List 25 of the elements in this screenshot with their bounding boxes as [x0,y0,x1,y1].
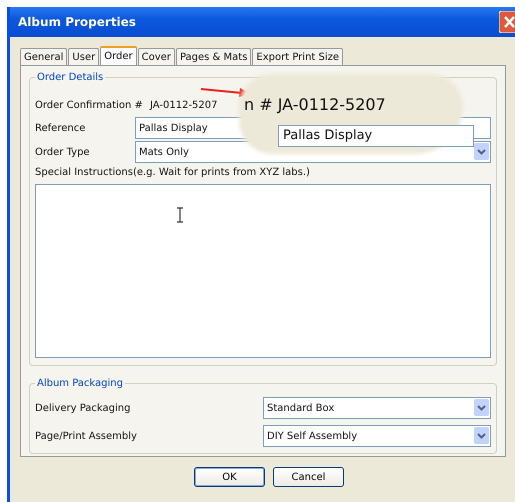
instructions-field[interactable] [35,184,491,358]
field-label: Delivery Packaging [35,402,130,414]
tab[interactable]: Order [100,46,137,65]
field-label: Page/Print Assembly [35,430,137,442]
magnified-text: n # JA-0112-5207 [244,95,386,114]
tab[interactable]: Pages & Mats [176,48,252,65]
group-title: Album Packaging [36,378,124,389]
dialog-button[interactable]: Cancel [273,467,344,487]
text-cursor-icon [176,207,184,223]
field-label: Order Confirmation # [35,100,144,110]
tab[interactable]: User [68,48,100,65]
dialog-button[interactable]: OK [194,467,265,487]
tab[interactable]: Export Print Size [252,48,344,65]
tab[interactable]: Cover [138,48,175,65]
field-label: Order Type [35,146,91,158]
field-label: Special Instructions(e.g. Wait for prints from XYZ labs.) [35,166,310,178]
close-icon[interactable] [499,11,515,33]
field-label: Reference [35,122,86,134]
magnified-field: Pallas Display [278,125,474,147]
dropdown[interactable]: DIY Self Assembly [263,425,491,447]
window-title: Album Properties [18,15,136,29]
confirmation-number: JA-0112-5207 [150,100,218,110]
group-title: Order Details [36,72,104,83]
dropdown[interactable]: Standard Box [263,397,491,419]
tab[interactable]: General [20,48,68,65]
